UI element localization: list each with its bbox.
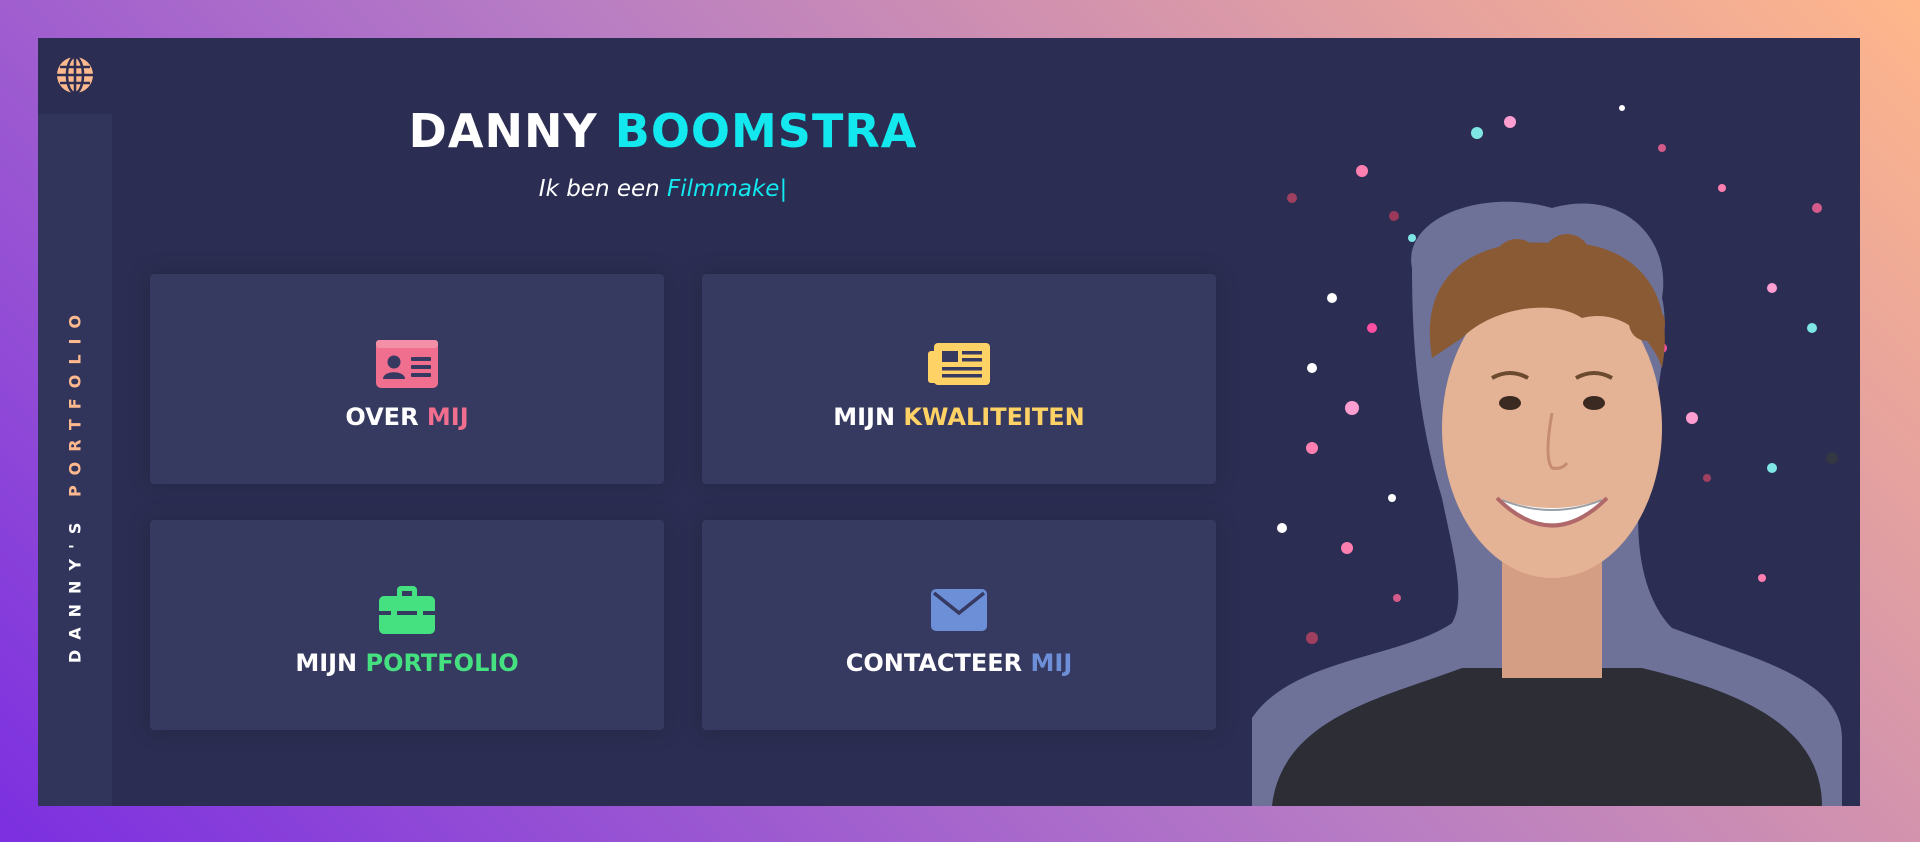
card-kwaliteiten[interactable]: MIJN KWALITEITEN — [702, 274, 1216, 484]
globe-icon — [57, 55, 93, 95]
name-last: BOOMSTRA — [614, 104, 918, 158]
vertical-label-highlight: PORTFOLIO — [65, 304, 85, 498]
vertical-label-main: DANNY'S — [65, 497, 85, 664]
card-label-highlight: PORTFOLIO — [365, 649, 519, 677]
card-label-highlight: MIJ — [1030, 649, 1073, 677]
newspaper-icon — [928, 343, 990, 385]
card-contact[interactable]: CONTACTEER MIJ — [702, 520, 1216, 730]
vertical-portfolio-label: DANNY'S PORTFOLIO — [66, 305, 85, 663]
page-title: DANNY BOOMSTRA — [148, 104, 1178, 158]
name-first: DANNY — [408, 104, 598, 158]
card-label-main: OVER — [345, 403, 427, 431]
card-label-main: MIJN — [833, 403, 904, 431]
card-label-highlight: KWALITEITEN — [903, 403, 1085, 431]
portrait-photo — [1252, 38, 1860, 806]
tagline-prefix: Ik ben een — [538, 176, 660, 202]
card-label-main: MIJN — [295, 649, 366, 677]
card-label: MIJN PORTFOLIO — [295, 649, 518, 677]
tagline-typed: Filmmake| — [667, 176, 787, 202]
card-label-highlight: MIJ — [426, 403, 469, 431]
portrait-illustration — [1252, 105, 1842, 806]
id-card-icon — [376, 340, 438, 388]
main-frame: DANNY'S PORTFOLIO DANNY BOOMSTRA Ik ben … — [38, 38, 1860, 806]
card-over-mij[interactable]: OVER MIJ — [150, 274, 664, 484]
envelope-icon — [931, 589, 987, 631]
person-figure — [1252, 201, 1842, 806]
card-label: OVER MIJ — [345, 403, 468, 431]
toolbox-icon — [379, 586, 435, 634]
card-portfolio[interactable]: MIJN PORTFOLIO — [150, 520, 664, 730]
side-rail: DANNY'S PORTFOLIO — [38, 114, 112, 806]
card-label: MIJN KWALITEITEN — [833, 403, 1085, 431]
typing-cursor: | — [779, 176, 788, 202]
tagline-typed-text: Filmmake — [667, 176, 780, 202]
typed-tagline: Ik ben een Filmmake| — [148, 176, 1178, 202]
card-label-main: CONTACTEER — [845, 649, 1031, 677]
language-button[interactable] — [54, 54, 96, 96]
card-label: CONTACTEER MIJ — [846, 649, 1073, 677]
